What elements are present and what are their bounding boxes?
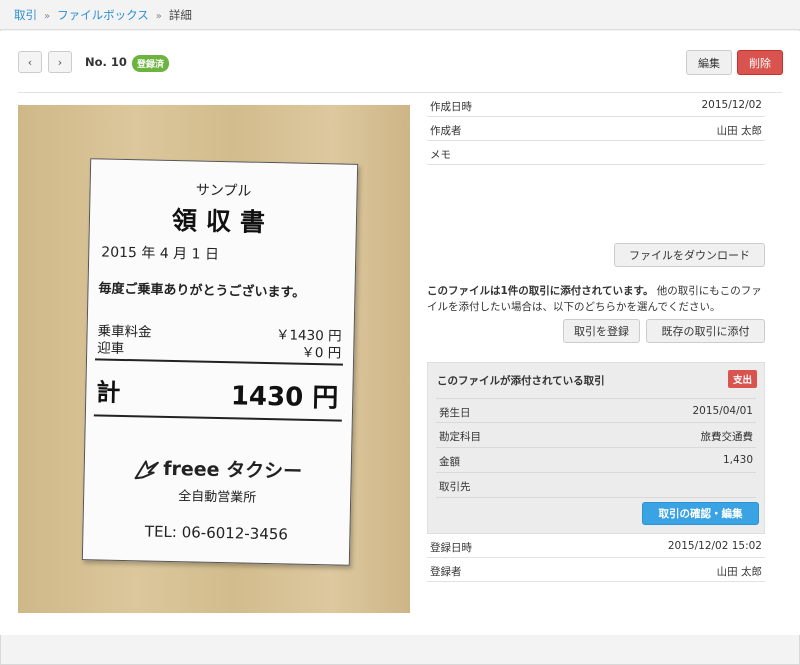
detail-panel: ‹ › No. 10 登録済 編集 削除 サンプル 領収書 2015 年 4 月… — [0, 31, 800, 635]
receipt-thanks: 毎度ご乗車ありがとうございます。 — [98, 281, 306, 301]
info-label: 登録日時 — [430, 542, 472, 554]
attach-existing-deal-button[interactable]: 既存の取引に添付 — [646, 319, 765, 343]
file-info-panel: 作成日時 2015/12/02 作成者 山田 太郎 メモ ファイルをダウンロード こ… — [427, 93, 765, 582]
document-number: No. 10 — [85, 55, 127, 69]
receipt-brand-name: freee タクシー — [163, 457, 303, 483]
breadcrumb: 取引 » ファイルボックス » 詳細 — [0, 0, 800, 30]
receipt-paper: サンプル 領収書 2015 年 4 月 1 日 毎度ご乗車ありがとうございます。… — [81, 158, 359, 566]
receipt-divider — [93, 414, 342, 422]
receipt-date: 2015 年 4 月 1 日 — [101, 244, 220, 263]
toolbar: ‹ › No. 10 登録済 編集 削除 — [18, 50, 783, 76]
receipt-pickup-row: 迎車 ￥0 円 — [97, 336, 341, 361]
attach-note-bold: このファイルは1件の取引に添付されています。 — [427, 285, 654, 297]
receipt-image: サンプル 領収書 2015 年 4 月 1 日 毎度ご乗車ありがとうございます。… — [18, 105, 410, 613]
deal-label: 勘定科目 — [439, 431, 481, 443]
chevron-left-icon: ‹ — [27, 55, 33, 69]
deal-label: 発生日 — [439, 407, 471, 419]
receipt-brand: freee タクシー — [85, 452, 352, 485]
receipt-tel: TEL: 06-6012-3456 — [144, 522, 289, 544]
receipt-office: 全自動営業所 — [177, 489, 257, 506]
receipt-total-label: 計 — [96, 378, 121, 407]
edit-button[interactable]: 編集 — [686, 50, 732, 75]
breadcrumb-link-filebox[interactable]: ファイルボックス — [57, 8, 149, 22]
register-deal-button[interactable]: 取引を登録 — [563, 319, 640, 343]
info-value: 2015/12/02 — [701, 99, 762, 111]
deal-rows: 発生日 2015/04/01 勘定科目 旅費交通費 金額 1,430 取引先 — [436, 398, 756, 498]
attached-deal-box: このファイルが添付されている取引 支出 発生日 2015/04/01 勘定科目 旅費… — [427, 362, 765, 534]
receipt-title: 領収書 — [171, 205, 275, 238]
receipt-total-row: 計 1430 円 — [96, 372, 339, 414]
deal-row-amount: 金額 1,430 — [436, 448, 756, 473]
deal-label: 取引先 — [439, 481, 471, 493]
chevron-right-icon: › — [57, 55, 63, 69]
receipt-total-value: 1430 円 — [230, 381, 339, 414]
deal-value: 2015/04/01 — [692, 405, 753, 417]
breadcrumb-current: 詳細 — [168, 8, 192, 22]
attach-note: このファイルは1件の取引に添付されています。 他の取引にもこのファイルを添付した… — [427, 283, 765, 315]
receipt-pickup-label: 迎車 — [97, 340, 125, 357]
info-value: 2015/12/02 15:02 — [667, 540, 762, 552]
info-row-creator: 作成者 山田 太郎 — [427, 117, 765, 141]
status-badge: 登録済 — [132, 55, 170, 72]
deal-label: 金額 — [439, 456, 460, 468]
prev-button[interactable]: ‹ — [18, 51, 42, 73]
info-value: 山田 太郎 — [716, 566, 762, 578]
attached-deal-title: このファイルが添付されている取引 — [437, 375, 605, 387]
deal-row-partner: 取引先 — [436, 473, 756, 498]
registration-info: 登録日時 2015/12/02 15:02 登録者 山田 太郎 — [427, 534, 765, 582]
breadcrumb-link-deals[interactable]: 取引 — [14, 8, 37, 22]
info-label: 登録者 — [430, 566, 462, 578]
bird-logo-icon — [134, 459, 159, 479]
confirm-edit-deal-button[interactable]: 取引の確認・編集 — [642, 502, 759, 525]
breadcrumb-separator: » — [155, 11, 162, 22]
next-button[interactable]: › — [48, 51, 72, 73]
deal-value: 旅費交通費 — [700, 431, 754, 443]
info-label: 作成日時 — [430, 101, 472, 113]
deal-row-date: 発生日 2015/04/01 — [436, 398, 756, 423]
download-file-button[interactable]: ファイルをダウンロード — [614, 243, 765, 267]
info-value: 山田 太郎 — [716, 125, 762, 137]
info-label: メモ — [430, 149, 451, 161]
receipt-sample-label: サンプル — [195, 182, 252, 200]
info-row-created-at: 作成日時 2015/12/02 — [427, 93, 765, 117]
info-row-registrant: 登録者 山田 太郎 — [427, 558, 765, 582]
delete-button[interactable]: 削除 — [737, 50, 783, 75]
info-label: 作成者 — [430, 125, 462, 137]
expense-badge: 支出 — [727, 370, 757, 388]
receipt-pickup-value: ￥0 円 — [301, 344, 342, 362]
breadcrumb-separator: » — [44, 11, 51, 22]
deal-row-account: 勘定科目 旅費交通費 — [436, 423, 756, 448]
deal-value: 1,430 — [722, 454, 753, 466]
info-row-memo[interactable]: メモ — [427, 141, 765, 165]
info-row-registered-at: 登録日時 2015/12/02 15:02 — [427, 534, 765, 558]
